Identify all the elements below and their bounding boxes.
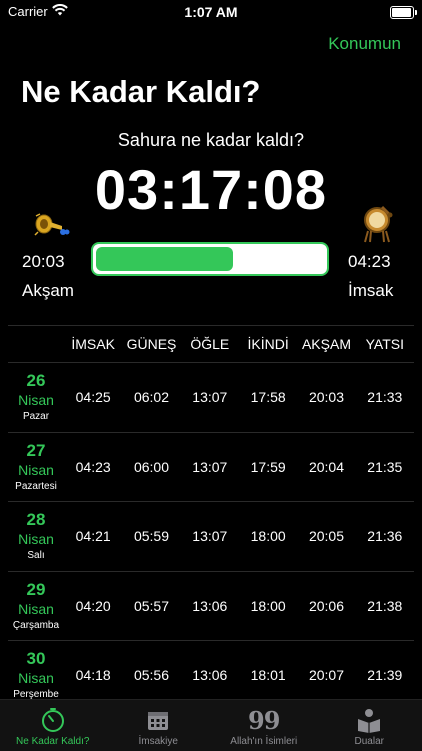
time-cell: 21:33 [356, 389, 414, 405]
location-button[interactable]: Konumun [328, 34, 401, 54]
date-cell: 30 Nisan Perşembe [8, 650, 64, 700]
date-cell: 28 Nisan Salı [8, 511, 64, 561]
status-bar: Carrier 1:07 AM [0, 0, 422, 24]
time-cell: 20:04 [297, 459, 355, 475]
time-cell: 05:56 [122, 667, 180, 683]
header-ogle: ÖĞLE [181, 336, 239, 352]
status-time: 1:07 AM [0, 4, 422, 20]
tab-dualar[interactable]: Dualar [317, 700, 422, 751]
date-cell: 27 Nisan Pazartesi [8, 442, 64, 492]
table-header: İMSAK GÜNEŞ ÖĞLE İKİNDİ AKŞAM YATSI [8, 326, 414, 363]
tab-bar: Ne Kadar Kaldı? İmsakiye 99 Allah'ın İsi… [0, 699, 422, 751]
header-gunes: GÜNEŞ [122, 336, 180, 352]
trumpet-icon [34, 212, 70, 238]
table-row: 29 Nisan Çarşamba 04:20 05:57 13:06 18:0… [8, 572, 414, 642]
time-cell: 05:59 [122, 528, 180, 544]
time-cell: 04:18 [64, 667, 122, 683]
time-cell: 20:05 [297, 528, 355, 544]
time-cell: 04:21 [64, 528, 122, 544]
tab-label: Dualar [355, 736, 384, 747]
countdown-subtitle: Sahura ne kadar kaldı? [0, 130, 422, 151]
header-imsak: İMSAK [64, 336, 122, 352]
time-cell: 13:06 [181, 667, 239, 683]
tab-allahin-isimleri[interactable]: 99 Allah'ın İsimleri [211, 700, 317, 751]
praying-book-icon [356, 707, 382, 733]
tab-label: Ne Kadar Kaldı? [16, 736, 89, 747]
month-name: Nisan [18, 532, 54, 546]
weekday-name: Salı [27, 551, 44, 561]
page-title: Ne Kadar Kaldı? [21, 74, 260, 110]
battery-icon [390, 6, 414, 19]
time-cell: 20:07 [297, 667, 355, 683]
time-cell: 18:01 [239, 667, 297, 683]
ninety-nine-icon: 99 [248, 707, 279, 733]
tab-label: İmsakiye [139, 736, 178, 747]
header-aksam: AKŞAM [297, 336, 355, 352]
date-cell: 26 Nisan Pazar [8, 372, 64, 422]
date-cell: 29 Nisan Çarşamba [8, 581, 64, 631]
time-cell: 06:00 [122, 459, 180, 475]
time-cell: 04:20 [64, 598, 122, 614]
time-cell: 21:35 [356, 459, 414, 475]
time-cell: 20:06 [297, 598, 355, 614]
prayer-times-table: İMSAK GÜNEŞ ÖĞLE İKİNDİ AKŞAM YATSI 26 N… [8, 325, 414, 711]
table-row: 28 Nisan Salı 04:21 05:59 13:07 18:00 20… [8, 502, 414, 572]
time-cell: 17:58 [239, 389, 297, 405]
header-yatsi: YATSI [356, 336, 414, 352]
weekday-name: Çarşamba [13, 621, 59, 631]
month-name: Nisan [18, 393, 54, 407]
month-name: Nisan [18, 463, 54, 477]
time-cell: 18:00 [239, 598, 297, 614]
time-cell: 13:06 [181, 598, 239, 614]
table-row: 27 Nisan Pazartesi 04:23 06:00 13:07 17:… [8, 433, 414, 503]
time-cell: 21:39 [356, 667, 414, 683]
time-cell: 04:25 [64, 389, 122, 405]
time-cell: 17:59 [239, 459, 297, 475]
time-cell: 04:23 [64, 459, 122, 475]
time-cell: 13:07 [181, 389, 239, 405]
time-cell: 13:07 [181, 459, 239, 475]
start-time: 20:03 [22, 252, 65, 272]
month-name: Nisan [18, 671, 54, 685]
table-row: 26 Nisan Pazar 04:25 06:02 13:07 17:58 2… [8, 363, 414, 433]
start-label: Akşam [22, 281, 74, 301]
header-ikindi: İKİNDİ [239, 336, 297, 352]
time-cell: 21:36 [356, 528, 414, 544]
day-number: 27 [27, 442, 46, 459]
weekday-name: Pazartesi [15, 482, 57, 492]
tab-label: Allah'ın İsimleri [230, 736, 297, 747]
month-name: Nisan [18, 602, 54, 616]
calendar-icon [146, 707, 170, 733]
day-number: 28 [27, 511, 46, 528]
day-number: 30 [27, 650, 46, 667]
day-number: 26 [27, 372, 46, 389]
tab-ne-kadar-kaldi[interactable]: Ne Kadar Kaldı? [0, 700, 106, 751]
drum-icon [360, 205, 394, 243]
end-label: İmsak [348, 281, 393, 301]
day-number: 29 [27, 581, 46, 598]
time-cell: 21:38 [356, 598, 414, 614]
countdown-progress-bar [91, 242, 329, 276]
timer-icon [40, 707, 66, 733]
time-cell: 06:02 [122, 389, 180, 405]
end-time: 04:23 [348, 252, 391, 272]
time-cell: 20:03 [297, 389, 355, 405]
progress-fill [96, 247, 233, 271]
weekday-name: Pazar [23, 412, 49, 422]
time-cell: 13:07 [181, 528, 239, 544]
time-cell: 05:57 [122, 598, 180, 614]
tab-imsakiye[interactable]: İmsakiye [106, 700, 212, 751]
time-cell: 18:00 [239, 528, 297, 544]
